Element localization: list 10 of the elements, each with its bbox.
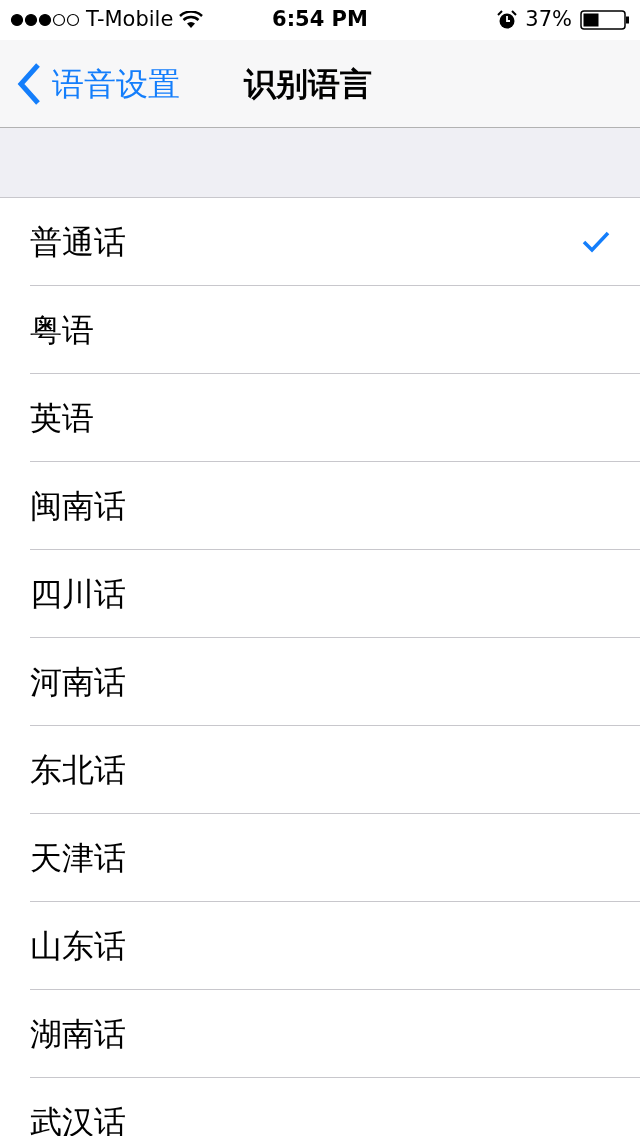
wifi-icon [179,11,204,29]
battery-icon [580,10,630,30]
alarm-clock-icon [497,10,518,30]
signal-icon [10,13,80,27]
battery-percent: 37% [525,6,572,34]
status-time: 6:54 PM [272,6,368,34]
chevron-left-icon [16,61,42,106]
carrier-name: T-Mobile [86,6,174,34]
page-title: 识别语言 [244,63,372,105]
back-button[interactable]: 语音设置 [0,59,180,108]
